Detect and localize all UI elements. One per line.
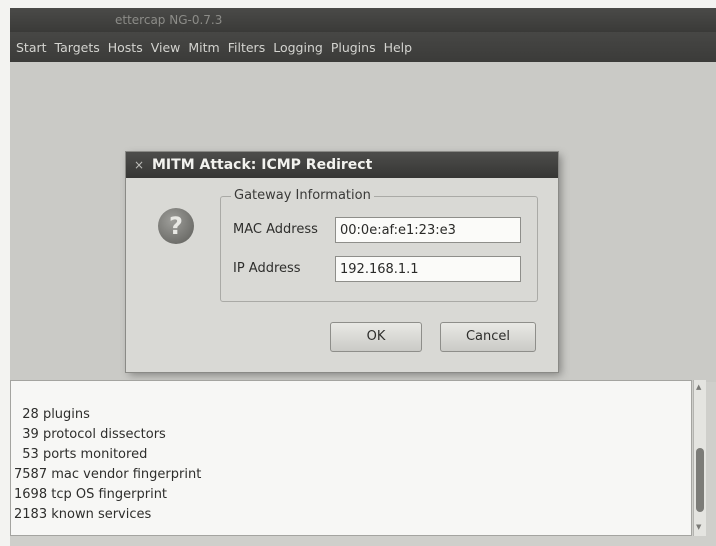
cancel-button[interactable]: Cancel: [440, 322, 536, 352]
log-line: 1698 tcp OS fingerprint: [14, 487, 168, 502]
menu-filters[interactable]: Filters: [224, 40, 269, 55]
mac-address-label: MAC Address: [233, 222, 318, 237]
gateway-information-group: Gateway Information MAC Address IP Addre…: [220, 188, 538, 302]
menubar: Start Targets Hosts View Mitm Filters Lo…: [10, 32, 716, 62]
log-line: 53 ports monitored: [14, 447, 148, 462]
scroll-down-icon[interactable]: ▼: [696, 523, 701, 531]
menu-hosts[interactable]: Hosts: [104, 40, 147, 55]
log-line: 2183 known services: [14, 507, 152, 522]
menu-view[interactable]: View: [147, 40, 185, 55]
menu-help[interactable]: Help: [380, 40, 417, 55]
log-output-panel[interactable]: 28 plugins 39 protocol dissectors 53 por…: [10, 380, 692, 536]
ip-address-label: IP Address: [233, 261, 301, 276]
menu-logging[interactable]: Logging: [269, 40, 327, 55]
icmp-redirect-dialog: × MITM Attack: ICMP Redirect ? Gateway I…: [126, 152, 558, 372]
ok-button[interactable]: OK: [330, 322, 422, 352]
question-icon: ?: [158, 208, 194, 244]
log-line: 28 plugins: [14, 407, 90, 422]
window-title: ettercap NG-0.7.3: [115, 13, 223, 27]
ip-address-input[interactable]: [335, 256, 521, 282]
log-line: 7587 mac vendor fingerprint: [14, 467, 202, 482]
menu-start[interactable]: Start: [12, 40, 51, 55]
close-icon[interactable]: ×: [134, 152, 144, 178]
scroll-thumb[interactable]: [696, 448, 704, 512]
menu-targets[interactable]: Targets: [51, 40, 104, 55]
log-line: 39 protocol dissectors: [14, 427, 166, 442]
menu-mitm[interactable]: Mitm: [184, 40, 223, 55]
log-scrollbar[interactable]: ▲ ▼: [693, 380, 706, 536]
dialog-titlebar: × MITM Attack: ICMP Redirect: [126, 152, 558, 178]
dialog-title: MITM Attack: ICMP Redirect: [152, 157, 373, 173]
window-titlebar: ettercap NG-0.7.3: [10, 8, 716, 32]
scroll-up-icon[interactable]: ▲: [696, 383, 701, 391]
mac-address-input[interactable]: [335, 217, 521, 243]
group-label: Gateway Information: [231, 188, 374, 203]
menu-plugins[interactable]: Plugins: [327, 40, 380, 55]
